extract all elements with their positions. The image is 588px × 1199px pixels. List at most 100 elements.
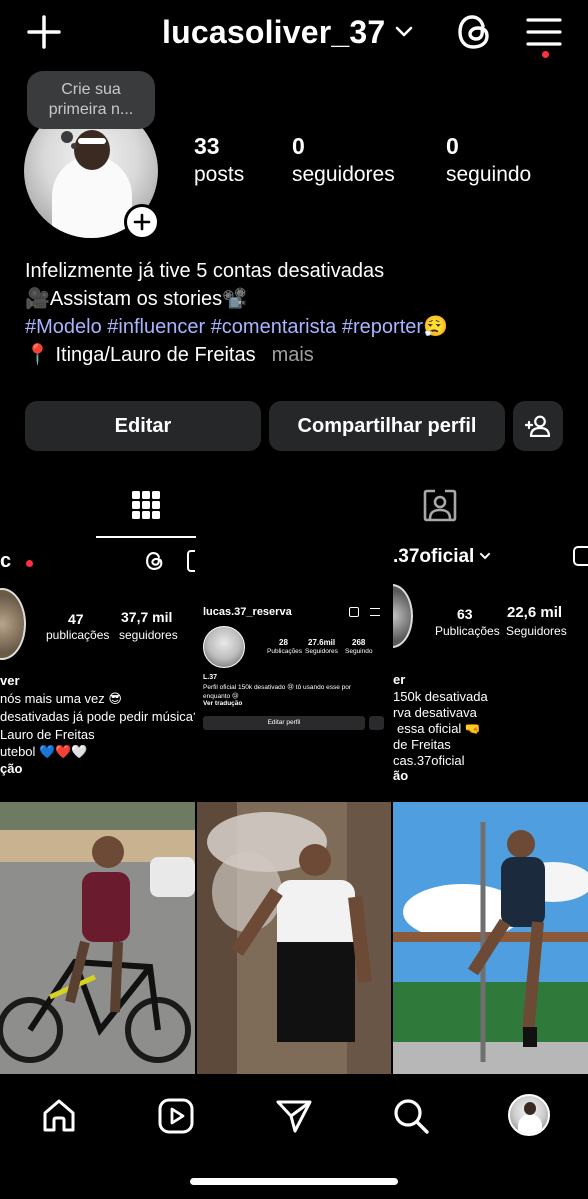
post5-photo [197,802,391,1074]
post2-edit-profile-button: Editar perfil [203,716,365,730]
grid-post-1[interactable]: c 47 publicações 37,7 mil seguidores ver… [0,540,195,800]
note-bubble[interactable]: Crie sua primeira n... [27,71,155,149]
posts-count: 33 [194,133,220,159]
post3-posts-count: 63 [457,606,473,622]
share-profile-button[interactable]: Compartilhar perfil [269,401,505,451]
profile-header: lucasoliver_37 [0,0,588,64]
post1-threads-icon [146,552,163,570]
hashtag-modelo[interactable]: #Modelo [25,316,102,338]
grid-post-2[interactable]: lucas.37_reserva 28 Publicações 27.6mil … [197,540,391,800]
post2-name: L.37 [203,674,218,681]
post2-add-person-button [369,716,384,730]
post1-header: c [0,550,12,572]
grid-post-3[interactable]: .37oficial 63 Publicações 22,6 mil Segui… [393,540,588,800]
post1-bio-line6: ção [0,761,23,776]
following-stat[interactable]: 0 seguindo [446,133,531,189]
post2-posts-label: Publicações [267,648,303,655]
post3-bio-line4: essa oficial 🤜 [397,721,482,736]
followers-count: 0 [292,133,305,159]
post3-followers-label: Seguidores [506,624,567,638]
post2-bio-line2: enquanto 😢 [203,693,239,700]
hashtag-comentarista[interactable]: #comentarista [211,316,337,338]
followers-label: seguidores [292,163,395,186]
plus-icon [133,213,151,231]
post4-photo [0,802,195,1074]
post1-bio-line3: desativadas já pode pedir música? [0,709,195,724]
post3-avatar [393,584,413,648]
post3-bio-line7: ão [393,768,409,783]
bio-emoji: 😮‍💨 [423,316,448,338]
post2-translate-link: Ver tradução [203,700,243,707]
post3-username: .37oficial [393,546,475,567]
post2-following-count: 268 [352,638,366,647]
post2-followers-count: 27.6mil [308,638,336,647]
edit-profile-button[interactable]: Editar [25,401,261,451]
post2-bio-line1: Perfil oficial 150k desativado 😢 tô usan… [203,684,352,691]
profile-avatar-tab[interactable] [508,1094,550,1136]
active-tab-indicator [96,536,196,538]
bio-location-line: 📍 Itinga/Lauro de Freitas mais [25,341,565,369]
home-indicator [190,1178,398,1185]
tab-posts-grid[interactable] [96,470,196,540]
followers-stat[interactable]: 0 seguidores [292,133,395,189]
tab-tagged[interactable] [390,470,490,540]
following-count: 0 [446,133,459,159]
create-plus-icon[interactable] [24,12,64,52]
post2-username: lucas.37_reserva [203,606,292,618]
post3-bio-line6: cas.37oficial [393,753,465,768]
chevron-down-icon [396,26,413,37]
note-placeholder-line1: Crie sua [61,81,121,98]
grid-post-6[interactable] [393,802,588,1074]
post1-posts-label: publicações [46,628,110,642]
hashtag-reporter[interactable]: #reporter [342,316,423,338]
post1-bio-line1: ver [0,673,20,688]
posts-label: posts [194,163,245,186]
post2-avatar [203,626,245,668]
add-story-button[interactable] [124,204,160,240]
discover-people-button[interactable] [513,401,563,451]
threads-icon[interactable] [456,12,494,52]
post3-bio-line2: 150k desativada [393,689,488,704]
post1-plus-box [187,550,195,572]
posts-stat[interactable]: 33 posts [194,133,244,189]
username-title: lucasoliver_37 [162,13,386,50]
following-label: seguindo [446,163,532,186]
grid-post-5[interactable] [197,802,391,1074]
post6-photo [393,802,588,1074]
home-icon[interactable] [37,1094,81,1138]
post3-bio-line1: er [393,672,406,687]
post1-live-dot [26,560,33,567]
note-placeholder-line2: primeira n... [48,101,134,118]
post3-bio-line5: de Freitas [393,737,451,752]
hamburger-menu-icon[interactable] [524,14,564,50]
post1-avatar [0,588,26,660]
post2-following-label: Seguindo [345,648,373,655]
search-icon[interactable] [389,1094,433,1138]
post1-posts-count: 47 [68,611,84,627]
post3-followers-count: 22,6 mil [507,604,563,621]
post2-followers-label: Seguidores [305,648,338,655]
post1-bio-line4: Lauro de Freitas [0,727,95,742]
direct-icon[interactable] [272,1094,316,1138]
bio-line-2: 🎥Assistam os stories📽️ [25,288,248,310]
bio-line-1: Infelizmente já tive 5 contas desativada… [25,260,385,282]
post3-plus-box [573,546,588,566]
post2-plus-box [349,607,359,617]
grid-icon [132,491,160,519]
post1-followers-label: seguidores [119,628,178,642]
post2-menu-icon [370,608,380,616]
post1-followers-count: 37,7 mil [121,609,173,625]
post3-bio-line3: rva desativava [393,705,477,720]
post3-chevron-down-icon [479,552,491,560]
post3-posts-label: Publicações [435,624,500,638]
account-switcher[interactable]: lucasoliver_37 [162,12,413,52]
posts-grid: c 47 publicações 37,7 mil seguidores ver… [0,540,588,1076]
post2-posts-count: 28 [279,638,288,647]
bio-location: 📍 Itinga/Lauro de Freitas [25,344,256,366]
bio-more-link[interactable]: mais [272,344,314,366]
tagged-person-icon [423,489,457,522]
reels-icon[interactable] [154,1094,198,1138]
hashtag-influencer[interactable]: #influencer [107,316,205,338]
grid-post-4[interactable] [0,802,195,1074]
bio-hashtags-line: #Modelo #influencer #comentarista #repor… [25,313,565,341]
